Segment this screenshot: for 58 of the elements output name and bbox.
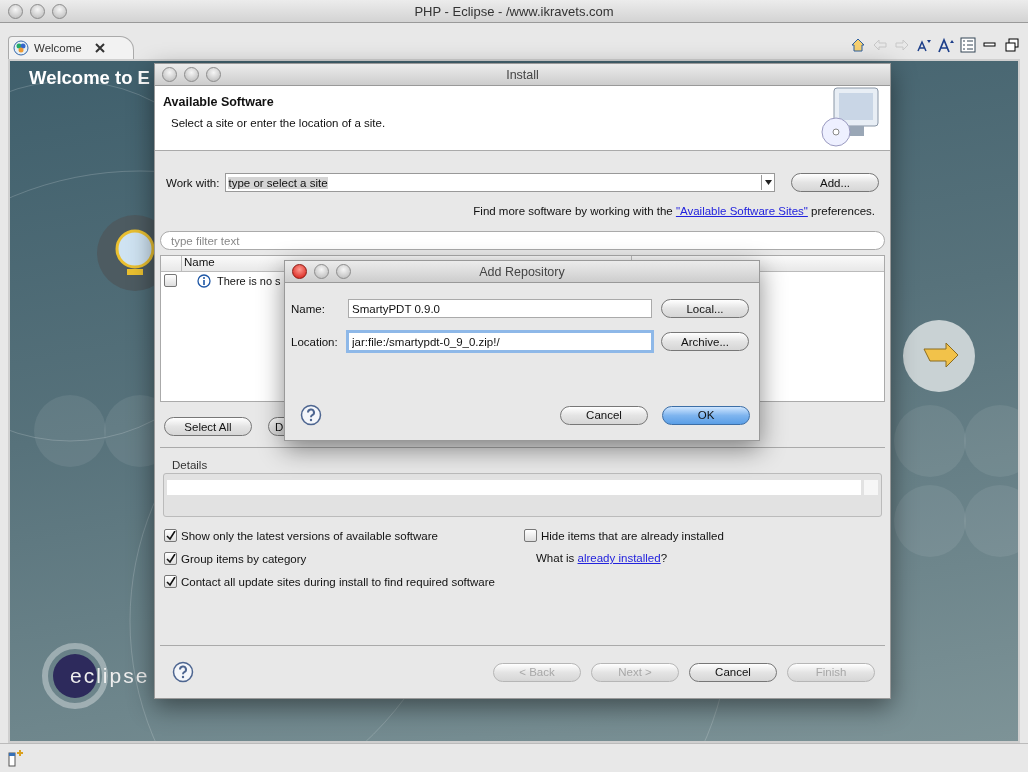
option-checkbox[interactable] [164, 575, 177, 588]
dropdown-arrow-icon[interactable] [764, 180, 772, 185]
list-button[interactable]: Select All [164, 417, 252, 436]
help-icon[interactable] [300, 404, 322, 426]
option-label: Contact all update sites during install to find required software [181, 575, 495, 588]
dialog-title: Install [506, 67, 539, 82]
zoom-button[interactable] [336, 264, 351, 279]
list-icon[interactable] [960, 37, 976, 53]
welcome-icon [13, 40, 29, 56]
installed-link[interactable]: already installed [577, 552, 661, 564]
minimize-button[interactable] [184, 67, 199, 82]
close-icon[interactable] [94, 43, 105, 53]
option-label: Group items by category [181, 552, 307, 565]
dialog-button[interactable]: Cancel [560, 405, 648, 425]
page-title: Available Software [163, 95, 275, 109]
close-button[interactable] [292, 264, 307, 279]
close-button[interactable] [8, 4, 23, 19]
option-checkbox[interactable] [164, 529, 177, 542]
info-icon [197, 273, 211, 288]
option-label: Show only the latest versions of available software [181, 529, 438, 542]
minimize-button[interactable] [30, 4, 45, 19]
work-with-combo[interactable]: type or select a site [225, 173, 775, 192]
arrow-circle-icon [902, 319, 976, 393]
dialog-title: Add Repository [479, 264, 565, 279]
dialog-button[interactable]: OK [662, 405, 750, 425]
text-field[interactable]: SmartyPDT 0.9.0 [348, 299, 652, 318]
home-icon[interactable] [850, 37, 866, 53]
field-label: Name: [291, 302, 326, 315]
browse-button[interactable]: Archive... [661, 332, 749, 351]
editor-tab[interactable]: Welcome [8, 36, 134, 59]
fast-view-icon[interactable] [8, 749, 24, 767]
zoom-button[interactable] [52, 4, 67, 19]
sites-link[interactable]: "Available Software Sites" [675, 205, 808, 217]
field-label: Location: [291, 335, 339, 348]
browse-button[interactable]: Local... [661, 299, 749, 318]
close-button[interactable] [162, 67, 177, 82]
option-checkbox[interactable] [524, 529, 537, 542]
table-cell: There is no s [217, 274, 281, 287]
add-button[interactable]: Add... [791, 173, 879, 192]
option-checkbox[interactable] [164, 552, 177, 565]
filter-field[interactable]: type filter text [160, 231, 885, 250]
option-label: Hide items that are already installed [541, 529, 724, 542]
maximize-icon[interactable] [1004, 37, 1020, 53]
row-checkbox[interactable] [164, 274, 177, 287]
sites-note: Find more software by working with the "Available Software Sites" preferences. [472, 205, 875, 217]
font-larger-icon[interactable] [938, 37, 954, 53]
welcome-heading: Welcome to E [29, 67, 150, 89]
text-field[interactable]: jar:file:/smartypdt-0_9_0.zip!/ [348, 332, 652, 351]
font-smaller-icon[interactable] [916, 37, 932, 53]
details-label: Details [172, 459, 209, 471]
page-subtitle: Select a site or enter the location of a site. [171, 117, 386, 129]
window-title: PHP - Eclipse - /www.ikravets.com [414, 3, 614, 19]
installed-note: What is already installed? [536, 552, 669, 564]
help-icon[interactable] [172, 661, 194, 683]
minimize-button[interactable] [314, 264, 329, 279]
wizard-button[interactable]: Cancel [689, 662, 777, 682]
work-with-label: Work with: [166, 176, 220, 189]
zoom-button[interactable] [206, 67, 221, 82]
